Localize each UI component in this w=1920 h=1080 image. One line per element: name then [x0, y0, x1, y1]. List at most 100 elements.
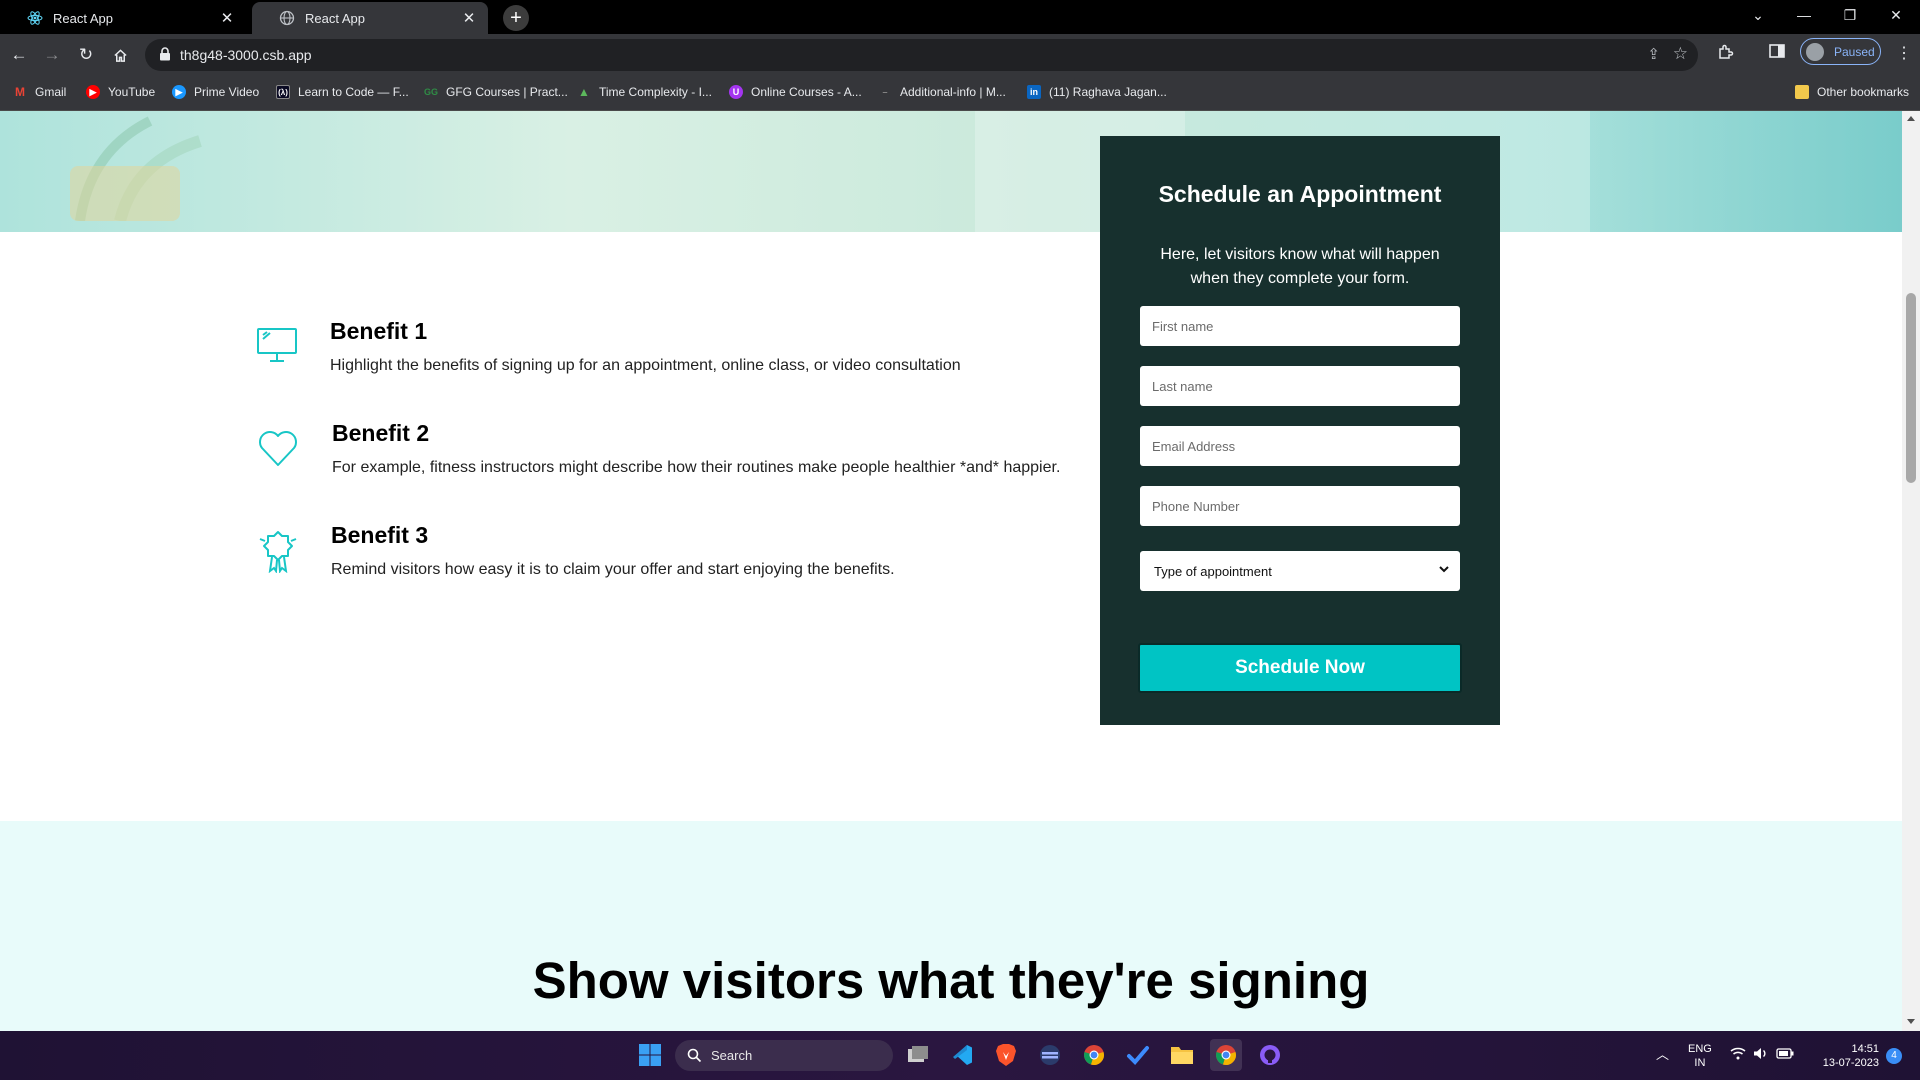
bookmark-prime-video[interactable]: ▶ Prime Video	[172, 85, 259, 99]
url-text[interactable]: th8g48-3000.csb.app	[180, 47, 312, 63]
form-title: Schedule an Appointment	[1158, 181, 1442, 207]
minimize-button[interactable]: —	[1781, 0, 1827, 30]
hero-right-decor	[1590, 111, 1902, 232]
profile-status: Paused	[1834, 44, 1875, 59]
bookmark-other-bookmarks[interactable]: Other bookmarks	[1795, 85, 1909, 99]
last-name-input[interactable]	[1140, 366, 1460, 406]
new-tab-button[interactable]: +	[503, 5, 529, 31]
side-panel-icon[interactable]	[1769, 44, 1785, 63]
tab-title: React App	[305, 10, 365, 26]
os-taskbar: Search ︿ ENG IN 14:51 13-07-2023 4	[0, 1031, 1920, 1080]
hero-banner-image	[0, 111, 1902, 232]
avatar	[1806, 42, 1824, 61]
back-arrow-icon[interactable]: ←	[7, 43, 31, 67]
share-icon[interactable]: ⇪	[1647, 45, 1660, 63]
folder-icon	[1795, 85, 1809, 99]
benefit-description: Remind visitors how easy it is to claim …	[331, 561, 895, 578]
bookmark-time-complexity[interactable]: ▲ Time Complexity - I...	[577, 85, 712, 99]
monitor-icon	[257, 328, 297, 362]
gmail-icon: M	[15, 85, 25, 99]
chevron-up-icon[interactable]: ︿	[1656, 1048, 1669, 1062]
taskbar-search[interactable]: Search	[675, 1040, 893, 1071]
chevron-down-icon	[1439, 566, 1449, 573]
bookmark-linkedin[interactable]: in (11) Raghava Jagan...	[1027, 85, 1167, 99]
benefit-title: Benefit 1	[330, 318, 428, 344]
notification-badge[interactable]: 4	[1886, 1048, 1902, 1064]
page-viewport: Benefit 1 Highlight the benefits of sign…	[0, 111, 1902, 1031]
mountain-icon: ▲	[578, 85, 590, 99]
search-label: Search	[711, 1048, 753, 1063]
clock-date: 13-07-2023	[1822, 1057, 1879, 1069]
app-icon[interactable]	[1034, 1039, 1066, 1071]
section-heading: Show visitors what they're signing	[532, 952, 1370, 1009]
browser-toolbar: ← → ↻ th8g48-3000.csb.app ⇪ ☆ Paused ⋮	[0, 34, 1920, 76]
volume-icon[interactable]	[1753, 1047, 1769, 1064]
wifi-icon[interactable]	[1730, 1047, 1746, 1062]
plant-image	[70, 116, 202, 221]
schedule-now-button[interactable]: Schedule Now	[1138, 643, 1462, 693]
benefit-title: Benefit 3	[331, 522, 429, 548]
bookmark-star-icon[interactable]: ☆	[1673, 44, 1688, 64]
signup-preview-section: Show visitors what they're signing	[0, 821, 1902, 1031]
lock-icon[interactable]	[159, 47, 173, 63]
phone-input[interactable]	[1140, 486, 1460, 526]
page-scrollbar[interactable]	[1902, 111, 1920, 1031]
address-bar[interactable]: th8g48-3000.csb.app ⇪ ☆	[145, 39, 1698, 71]
chrome-active-icon[interactable]	[1210, 1039, 1242, 1071]
prime-video-icon: ▶	[172, 85, 186, 99]
task-view-icon[interactable]	[902, 1039, 934, 1071]
bookmark-freecodecamp[interactable]: (λ) Learn to Code — F...	[276, 85, 409, 99]
form-subtitle: Here, let visitors know what will happen…	[1160, 246, 1440, 287]
bookmark-online-courses[interactable]: U Online Courses - A...	[729, 85, 862, 99]
bookmark-additional-info[interactable]: – Additional-info | M...	[878, 85, 1005, 99]
restore-button[interactable]: ❐	[1827, 0, 1873, 30]
menu-kebab-icon[interactable]: ⋮	[1896, 43, 1912, 63]
scroll-up-arrow-icon[interactable]	[1907, 116, 1915, 121]
benefit-description: For example, fitness instructors might d…	[332, 459, 1061, 476]
reload-icon[interactable]: ↻	[74, 43, 98, 67]
windows-start-icon[interactable]	[634, 1039, 666, 1071]
home-icon[interactable]	[108, 43, 132, 67]
benefit-title: Benefit 2	[332, 420, 430, 446]
appointment-type-select[interactable]: Type of appointment	[1140, 551, 1460, 591]
appointment-form: Schedule an Appointment Here, let visito…	[1100, 136, 1500, 725]
close-icon[interactable]: ✕	[216, 7, 238, 29]
extensions-icon[interactable]	[1717, 44, 1734, 66]
benefit-description: Highlight the benefits of signing up for…	[330, 357, 961, 374]
language-indicator[interactable]: ENG IN	[1688, 1042, 1712, 1070]
close-icon[interactable]: ✕	[458, 7, 480, 29]
bookmark-gfg[interactable]: GG GFG Courses | Pract...	[424, 85, 568, 99]
search-icon	[687, 1048, 702, 1063]
tab-search-chevron-icon[interactable]: ⌄	[1735, 0, 1781, 30]
clock[interactable]: 14:51 13-07-2023	[1811, 1042, 1879, 1070]
bookmarks-bar: M Gmail ▶ YouTube ▶ Prime Video (λ) Learn to…	[0, 76, 1920, 111]
first-name-input[interactable]	[1140, 306, 1460, 346]
brave-browser-icon[interactable]	[990, 1039, 1022, 1071]
todo-check-icon[interactable]	[1122, 1039, 1154, 1071]
vscode-icon[interactable]	[946, 1039, 978, 1071]
bookmark-gmail[interactable]: M Gmail	[13, 85, 66, 99]
globe-icon	[279, 10, 295, 26]
file-explorer-icon[interactable]	[1166, 1039, 1198, 1071]
heart-icon	[259, 431, 297, 466]
bookmark-youtube[interactable]: ▶ YouTube	[86, 85, 155, 99]
gfg-icon: GG	[424, 87, 439, 97]
battery-icon[interactable]	[1776, 1048, 1794, 1063]
tab-strip: React App ✕ React App ✕ + ⌄ — ❐ ✕	[0, 0, 1920, 34]
clock-time: 14:51	[1851, 1043, 1879, 1055]
udemy-icon: U	[729, 85, 743, 99]
profile-button[interactable]: Paused	[1800, 38, 1881, 65]
tab-react-app-1[interactable]: React App ✕	[0, 2, 246, 34]
email-input[interactable]	[1140, 426, 1460, 466]
award-icon	[259, 531, 297, 573]
youtube-icon: ▶	[86, 85, 100, 99]
scroll-down-arrow-icon[interactable]	[1907, 1019, 1915, 1024]
linkedin-icon: in	[1027, 85, 1041, 99]
close-window-button[interactable]: ✕	[1873, 0, 1919, 30]
tab-react-app-2[interactable]: React App ✕	[252, 2, 488, 34]
scrollbar-thumb[interactable]	[1906, 293, 1916, 483]
github-icon[interactable]	[1254, 1039, 1286, 1071]
appointment-type-value: Type of appointment	[1154, 564, 1272, 579]
forward-arrow-icon[interactable]: →	[40, 43, 64, 67]
chrome-icon[interactable]	[1078, 1039, 1110, 1071]
